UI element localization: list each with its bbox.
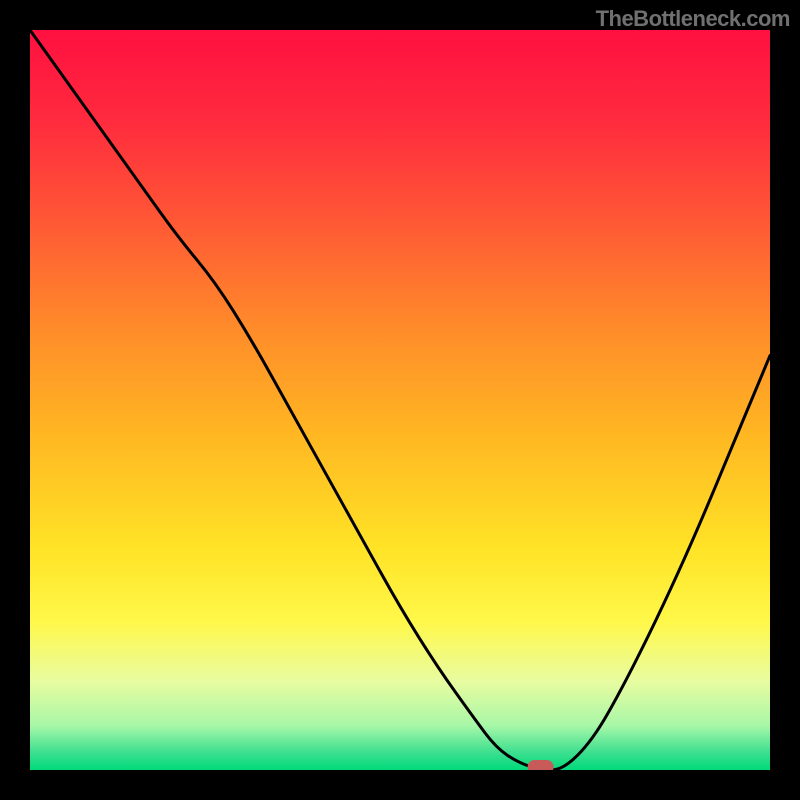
gradient-background [30,30,770,770]
optimal-marker [528,760,554,770]
plot-area [30,30,770,770]
chart-frame: TheBottleneck.com [0,0,800,800]
plot-svg [30,30,770,770]
watermark-text: TheBottleneck.com [596,6,790,32]
